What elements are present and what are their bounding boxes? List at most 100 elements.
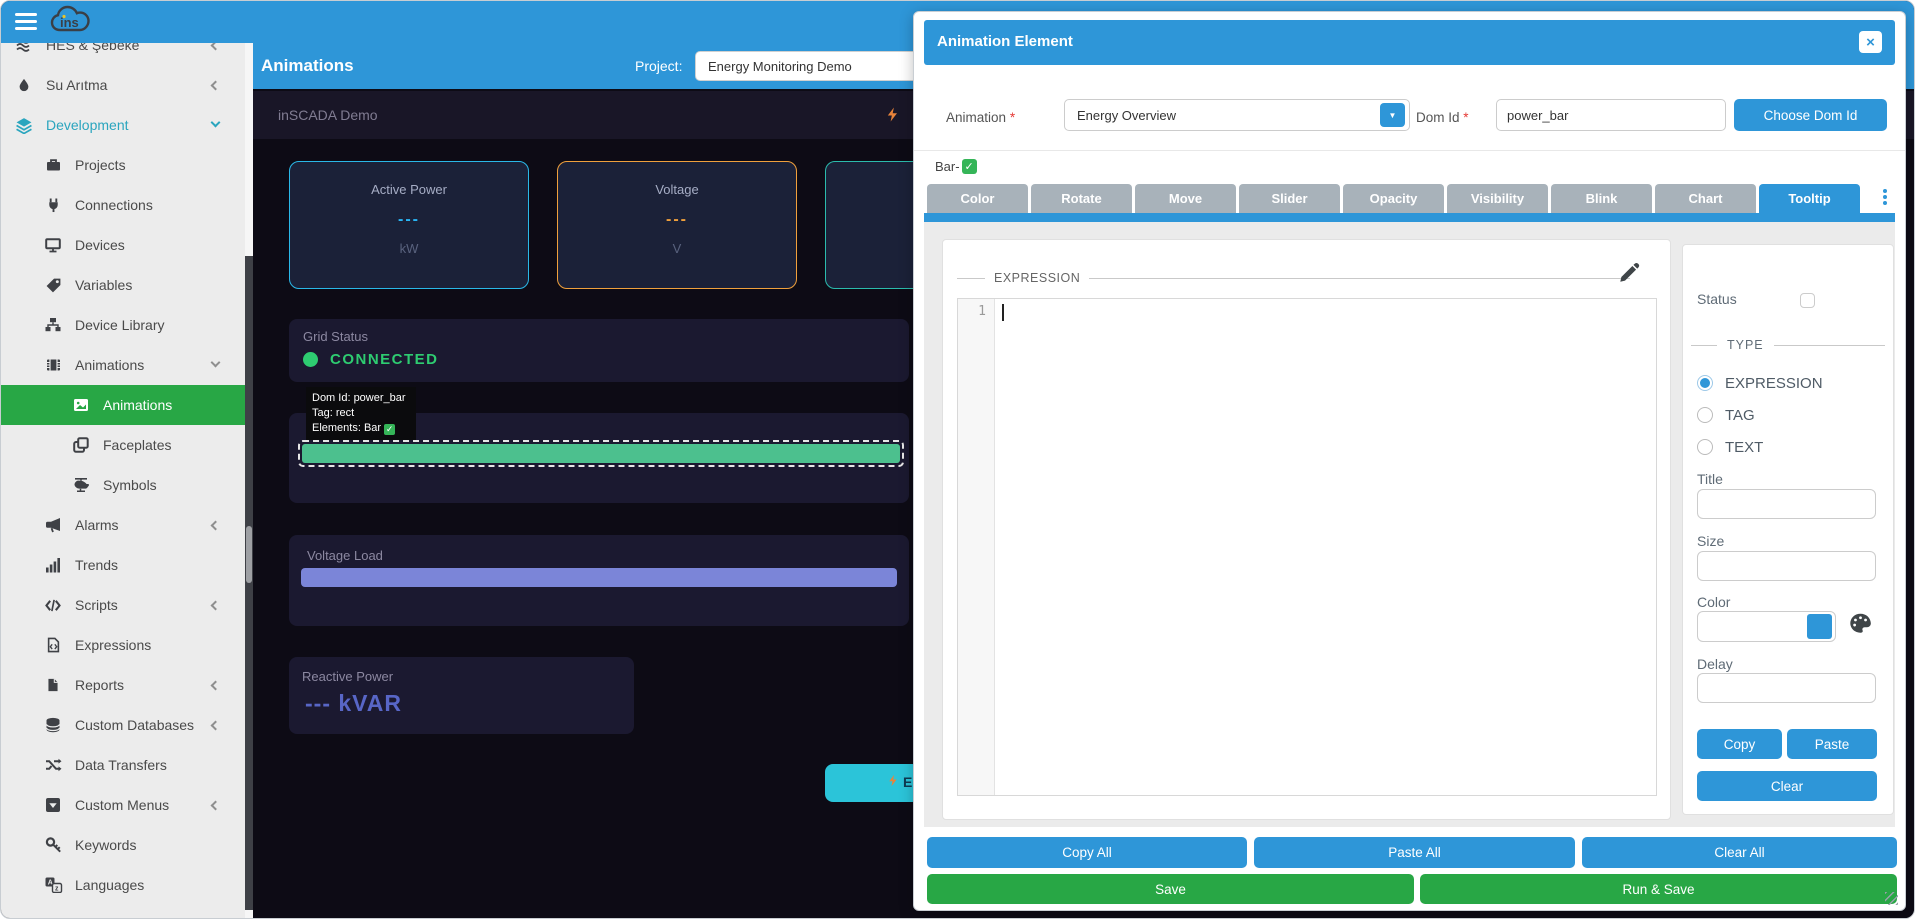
caret-square-icon (43, 797, 63, 813)
resize-handle[interactable] (1885, 892, 1898, 905)
radio-selected-icon[interactable] (1697, 375, 1713, 391)
sidebar-item-faceplates[interactable]: Faceplates (1, 425, 245, 465)
selected-element-outline[interactable] (298, 440, 904, 467)
run-and-save-button[interactable]: Run & Save (1420, 874, 1897, 904)
tab-move[interactable]: Move (1135, 184, 1236, 213)
sidebar-item-custom-databases[interactable]: Custom Databases (1, 705, 245, 745)
close-icon[interactable]: × (1859, 31, 1882, 53)
editor-line-gutter: 1 (958, 299, 995, 795)
tab-tooltip[interactable]: Tooltip (1759, 184, 1860, 213)
inscada-logo: ins (47, 3, 97, 43)
sidebar-item-languages[interactable]: AzLanguages (1, 865, 245, 905)
database-icon (43, 717, 63, 733)
sidebar-item-label: Languages (75, 877, 144, 893)
modal-title: Animation Element (937, 33, 1073, 50)
sidebar-item-label: Symbols (103, 477, 157, 493)
sidebar-item-label: Trends (75, 557, 118, 573)
size-input[interactable] (1697, 551, 1876, 581)
paste-all-button[interactable]: Paste All (1254, 837, 1575, 868)
dom-id-input[interactable] (1496, 99, 1726, 131)
status-dot (303, 352, 318, 367)
sidebar-item-connections[interactable]: Connections (1, 185, 245, 225)
sidebar-item-su-ar-tma[interactable]: Su Arıtma (1, 65, 245, 105)
copy-all-button[interactable]: Copy All (927, 837, 1247, 868)
plug-icon (43, 197, 63, 213)
status-value: CONNECTED (330, 351, 439, 368)
chevron-left-icon (211, 81, 221, 91)
more-tabs-icon[interactable] (1880, 189, 1890, 209)
tab-slider[interactable]: Slider (1239, 184, 1340, 213)
caret-down-icon[interactable]: ▼ (1380, 103, 1405, 127)
sidebar-item-data-transfers[interactable]: Data Transfers (1, 745, 245, 785)
sidebar-item-keywords[interactable]: Keywords (1, 825, 245, 865)
edit-pencil-icon[interactable] (1619, 262, 1640, 288)
palette-icon[interactable] (1849, 613, 1872, 639)
sidebar-scrollbar-thumb[interactable] (246, 526, 252, 583)
file-icon (43, 677, 63, 693)
sidebar-item-development[interactable]: Development (1, 105, 245, 145)
sidebar-item-custom-menus[interactable]: Custom Menus (1, 785, 245, 825)
tab-opacity[interactable]: Opacity (1343, 184, 1444, 213)
clear-all-button[interactable]: Clear All (1582, 837, 1897, 868)
radio-unselected-icon[interactable] (1697, 407, 1713, 423)
radio-label: EXPRESSION (1725, 375, 1823, 392)
sidebar-item-variables[interactable]: Variables (1, 265, 245, 305)
sidebar-item-devices[interactable]: Devices (1, 225, 245, 265)
project-select-value: Energy Monitoring Demo (708, 59, 852, 74)
sidebar-item-animations[interactable]: Animations (1, 345, 245, 385)
color-input[interactable] (1697, 611, 1836, 642)
layers-icon (14, 117, 34, 134)
sidebar-item-reports[interactable]: Reports (1, 665, 245, 705)
animation-select[interactable]: Energy Overview ▼ (1064, 99, 1410, 131)
tab-chart[interactable]: Chart (1655, 184, 1756, 213)
hamburger-menu-icon[interactable] (15, 13, 37, 30)
sidebar-item-hes-ebeke[interactable]: HES & Şebeke (1, 43, 245, 65)
sidebar-item-label: Data Transfers (75, 757, 167, 773)
save-button[interactable]: Save (927, 874, 1414, 904)
edit-mode-button[interactable]: E (825, 764, 920, 802)
title-label: Title (1697, 471, 1723, 487)
sidebar-item-projects[interactable]: Projects (1, 145, 245, 185)
radio-unselected-icon[interactable] (1697, 439, 1713, 455)
sidebar-item-expressions[interactable]: Expressions (1, 625, 245, 665)
type-radio-expression[interactable]: EXPRESSION (1697, 367, 1823, 399)
shuffle-icon (43, 757, 63, 773)
clear-button[interactable]: Clear (1697, 771, 1877, 801)
copy-button[interactable]: Copy (1697, 729, 1782, 759)
card-title: Voltage (655, 182, 698, 197)
sidebar-item-trends[interactable]: Trends (1, 545, 245, 585)
sidebar-item-alarms[interactable]: Alarms (1, 505, 245, 545)
selection-tooltip: Dom Id: power_barTag: rectElements: Bar✓ (306, 387, 416, 440)
tab-rotate[interactable]: Rotate (1031, 184, 1132, 213)
sidebar-item-device-library[interactable]: Device Library (1, 305, 245, 345)
size-label: Size (1697, 533, 1724, 549)
sidebar-item-animations[interactable]: Animations (1, 385, 245, 425)
delay-label: Delay (1697, 656, 1733, 672)
sidebar-item-symbols[interactable]: Symbols (1, 465, 245, 505)
voltage-load-bar[interactable] (301, 568, 897, 587)
sidebar-item-label: Projects (75, 157, 126, 173)
drop-icon (14, 77, 34, 93)
paste-button[interactable]: Paste (1787, 729, 1877, 759)
status-checkbox[interactable] (1800, 293, 1815, 308)
choose-dom-id-button[interactable]: Choose Dom Id (1734, 99, 1887, 131)
expression-code-editor[interactable]: 1 (957, 298, 1657, 796)
grid-status-panel: Grid Status CONNECTED (289, 319, 909, 382)
type-radio-tag[interactable]: TAG (1697, 399, 1823, 431)
power-load-bar[interactable] (302, 444, 900, 463)
tab-color[interactable]: Color (927, 184, 1028, 213)
tab-visibility[interactable]: Visibility (1447, 184, 1548, 213)
color-swatch[interactable] (1807, 614, 1832, 639)
title-input[interactable] (1697, 489, 1876, 519)
sidebar-item-label: Expressions (75, 637, 151, 653)
tab-blink[interactable]: Blink (1551, 184, 1652, 213)
type-radio-text[interactable]: TEXT (1697, 431, 1823, 463)
required-mark: * (1463, 110, 1468, 125)
sidebar-item-label: Devices (75, 237, 125, 253)
sidebar-item-scripts[interactable]: Scripts (1, 585, 245, 625)
dom-id-field-label: Dom Id * (1416, 110, 1469, 125)
tooltip-settings-panel: Status TYPE EXPRESSIONTAGTEXT Title Size… (1682, 244, 1894, 815)
sidebar-item-label: Keywords (75, 837, 136, 853)
delay-input[interactable] (1697, 673, 1876, 703)
color-label: Color (1697, 594, 1730, 610)
